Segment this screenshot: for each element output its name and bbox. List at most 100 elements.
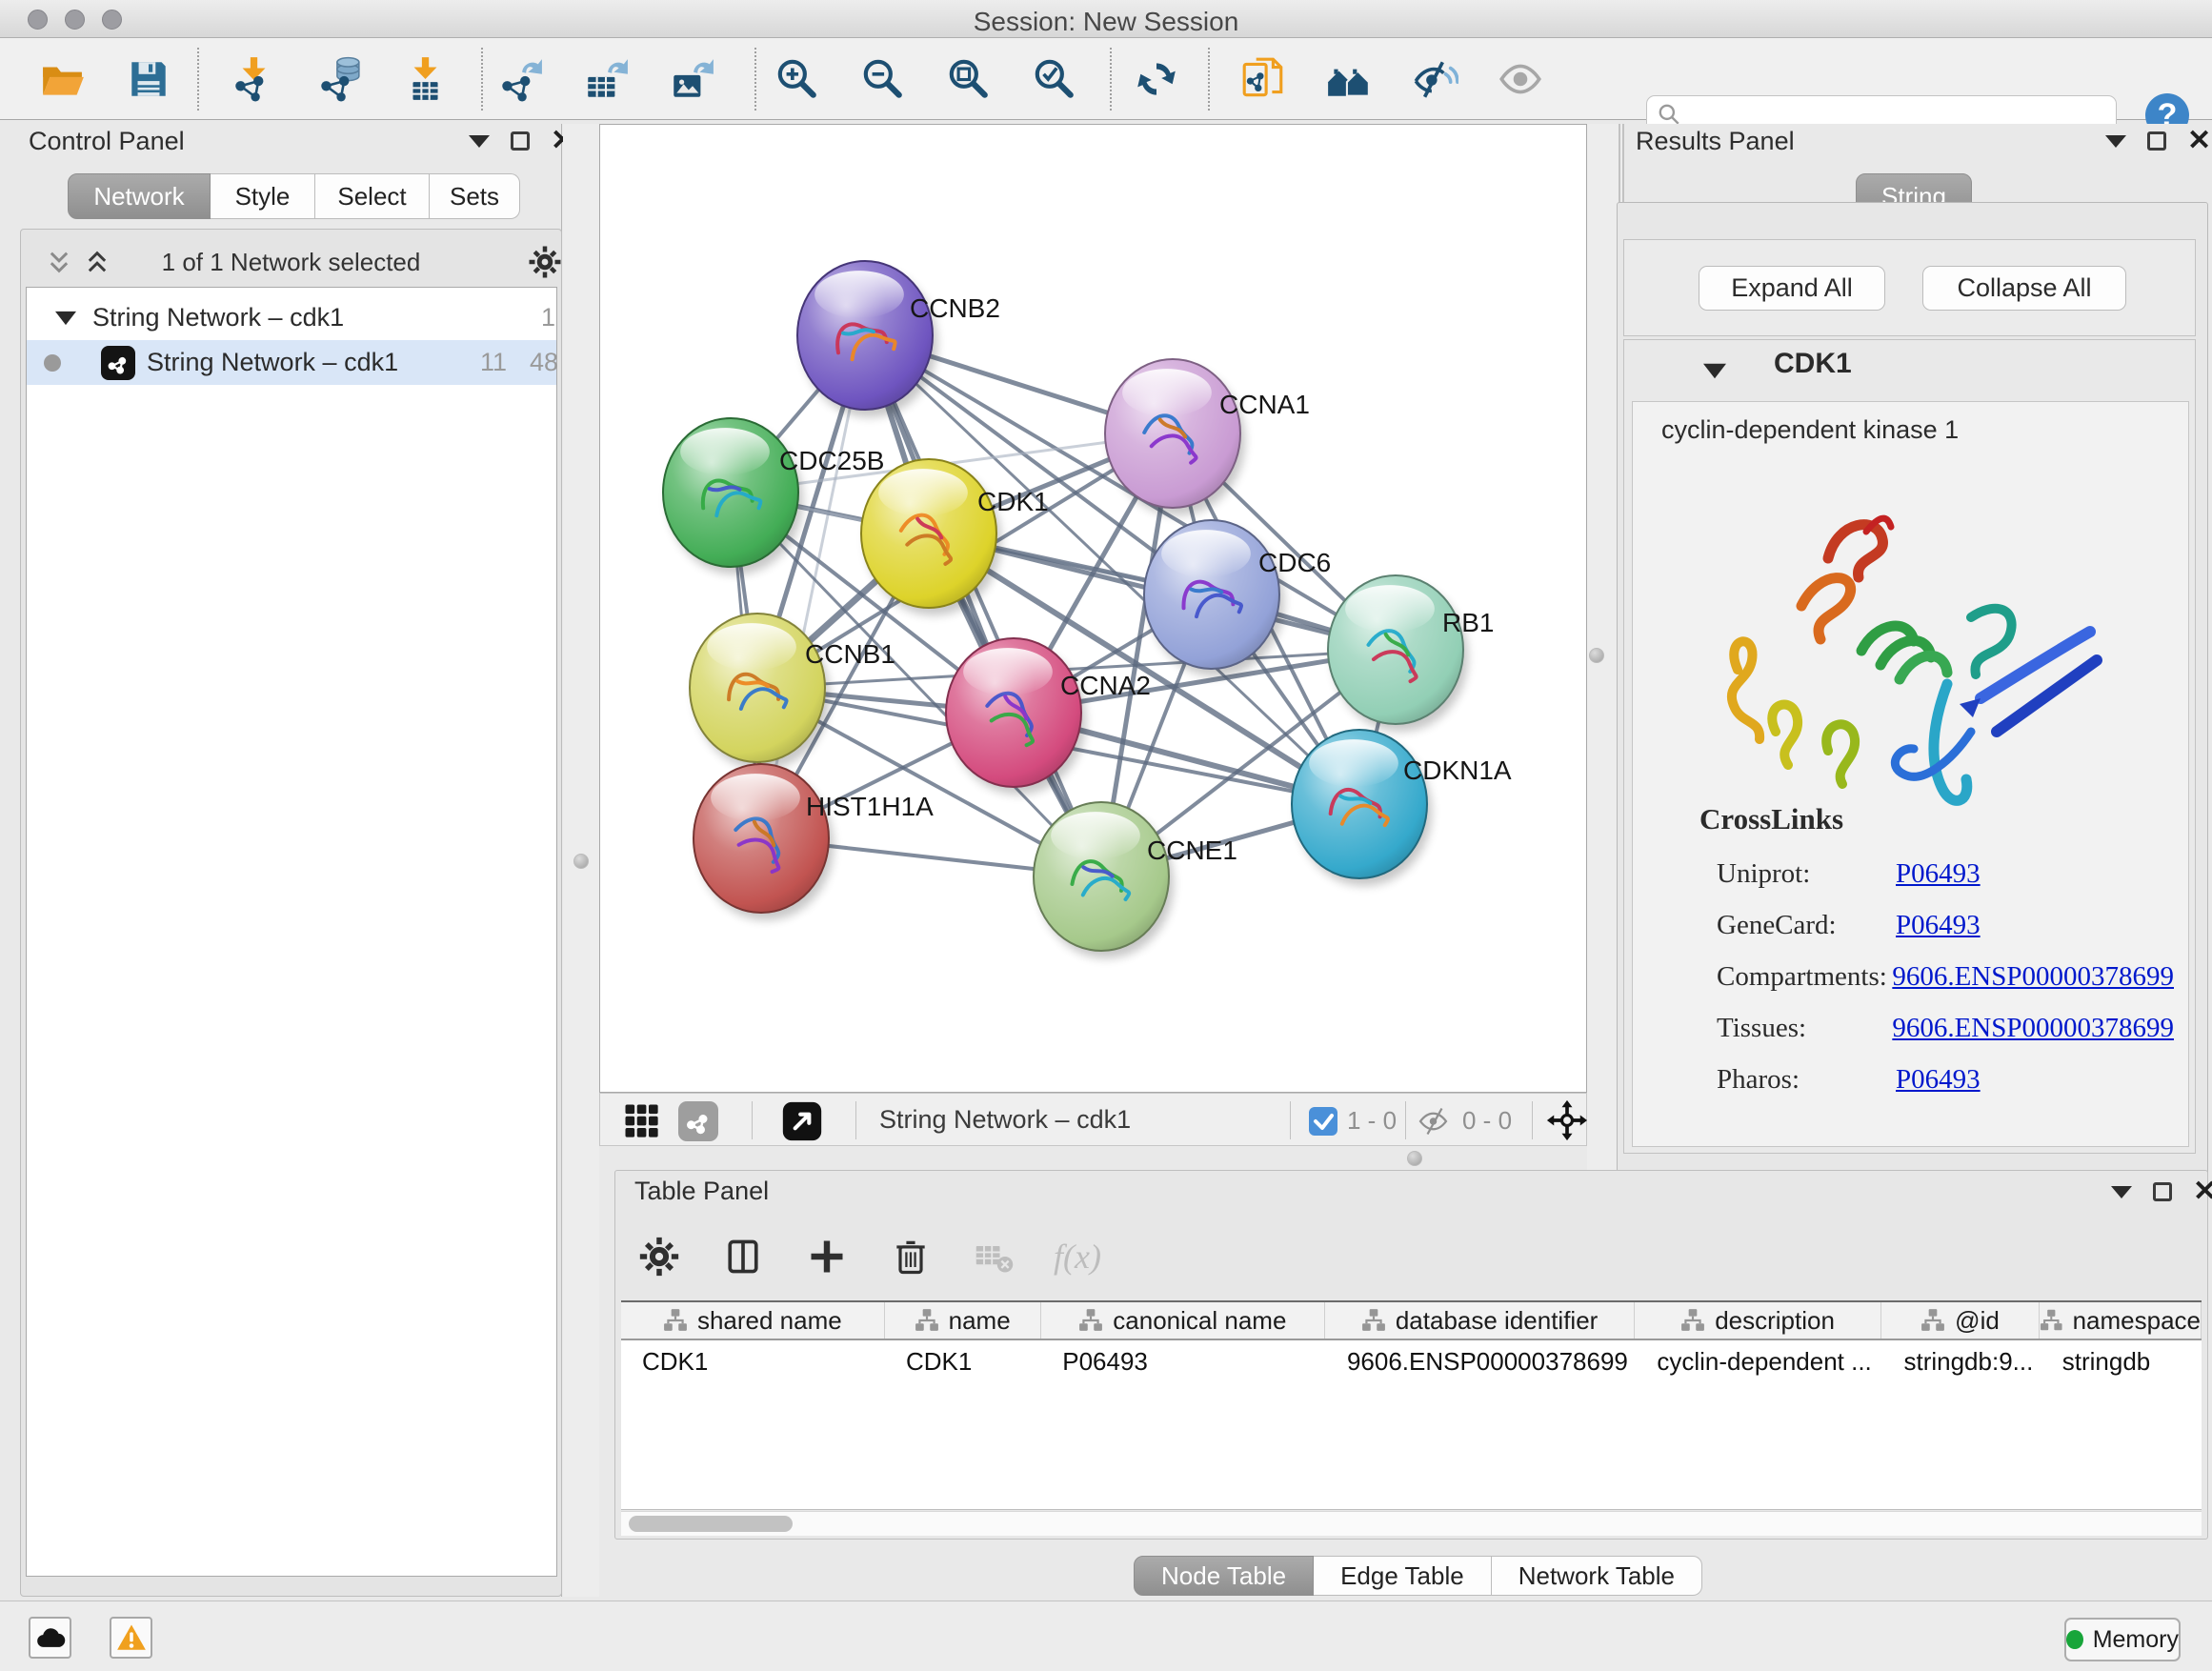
network-node-cdc6[interactable] xyxy=(1144,520,1284,676)
node-label-cdc25b: CDC25B xyxy=(779,446,884,475)
protein-description: cyclin-dependent kinase 1 xyxy=(1661,415,1959,445)
column-header-namespace[interactable]: namespace xyxy=(2040,1302,2202,1339)
table-options-gear-icon[interactable] xyxy=(634,1232,684,1281)
crosslinks-heading: CrossLinks xyxy=(1699,802,1843,836)
table-horizontal-scrollbar[interactable] xyxy=(621,1511,2202,1536)
delete-column-trash-icon[interactable] xyxy=(886,1232,935,1281)
cloud-status-button[interactable] xyxy=(29,1617,71,1659)
node-label-ccne1: CCNE1 xyxy=(1147,836,1237,865)
crosslink-label: Uniprot: xyxy=(1717,858,1896,890)
network-collection-row[interactable]: String Network – cdk1 1 xyxy=(27,295,556,340)
tab-style[interactable]: Style xyxy=(211,173,315,219)
tab-network-table[interactable]: Network Table xyxy=(1492,1556,1702,1596)
export-image-button[interactable] xyxy=(667,54,716,104)
results-panel-menu-icon[interactable] xyxy=(2105,135,2126,148)
import-network-from-file-button[interactable] xyxy=(229,54,278,104)
vertical-splitter-left[interactable] xyxy=(563,124,599,1597)
network-row-selected[interactable]: String Network – cdk1 11 48 xyxy=(27,340,556,385)
column-header-description[interactable]: description xyxy=(1635,1302,1881,1339)
node-label-hist1h1a: HIST1H1A xyxy=(806,792,934,821)
table-cell: CDK1 xyxy=(621,1340,885,1382)
delete-table-icon xyxy=(970,1232,1019,1281)
tab-sets[interactable]: Sets xyxy=(430,173,520,219)
memory-button[interactable]: Memory xyxy=(2064,1618,2181,1661)
column-header-database-identifier[interactable]: database identifier xyxy=(1325,1302,1635,1339)
import-network-from-database-button[interactable] xyxy=(314,54,364,104)
network-node-ccnb1[interactable] xyxy=(690,614,830,770)
results-panel-close-icon[interactable]: ✕ xyxy=(2187,131,2211,151)
column-header-canonical-name[interactable]: canonical name xyxy=(1041,1302,1325,1339)
crosslink-link[interactable]: 9606.ENSP00000378699 xyxy=(1892,961,2174,993)
open-session-button[interactable] xyxy=(38,54,88,104)
network-overview-button[interactable] xyxy=(1324,54,1374,104)
expand-all-button[interactable]: Expand All xyxy=(1699,266,1885,311)
apply-layout-button[interactable] xyxy=(1132,54,1181,104)
network-canvas[interactable]: CCNB2CCNA1CDC25BCDK1CDC6RB1CCNB1CCNA2CDK… xyxy=(599,124,1587,1093)
zoom-in-button[interactable] xyxy=(772,54,821,104)
splitter-handle[interactable] xyxy=(1407,1151,1422,1166)
tab-edge-table[interactable]: Edge Table xyxy=(1314,1556,1492,1596)
zoom-fit-content-button[interactable] xyxy=(943,54,993,104)
table-cell: cyclin-dependent ... xyxy=(1636,1340,1882,1382)
warnings-button[interactable] xyxy=(110,1617,152,1659)
hidden-eye-slash-icon[interactable] xyxy=(1418,1104,1452,1143)
crosslink-link[interactable]: P06493 xyxy=(1896,858,1981,890)
crosslink-link[interactable]: P06493 xyxy=(1896,1064,1981,1096)
network-node-hist1h1a[interactable] xyxy=(694,764,834,920)
collection-expander-icon[interactable] xyxy=(55,311,76,326)
splitter-handle[interactable] xyxy=(1589,648,1604,663)
memory-status-dot-icon xyxy=(2066,1630,2083,1649)
node-label-cdk1: CDK1 xyxy=(977,487,1049,516)
clone-network-button[interactable] xyxy=(1238,54,1288,104)
zoom-out-button[interactable] xyxy=(857,54,907,104)
column-header--id[interactable]: @id xyxy=(1881,1302,2040,1339)
hide-graphics-details-button[interactable] xyxy=(1410,54,1459,104)
network-node-cdkn1a[interactable] xyxy=(1292,730,1432,886)
network-node-ccna2[interactable] xyxy=(946,638,1086,795)
table-row[interactable]: CDK1CDK1P064939606.ENSP00000378699cyclin… xyxy=(621,1340,2202,1382)
tab-network[interactable]: Network xyxy=(68,173,211,219)
add-column-icon[interactable] xyxy=(802,1232,852,1281)
import-table-from-file-button[interactable] xyxy=(400,54,450,104)
tab-node-table[interactable]: Node Table xyxy=(1134,1556,1314,1596)
network-node-ccnb2[interactable] xyxy=(797,261,937,417)
zoom-selected-button[interactable] xyxy=(1029,54,1078,104)
splitter-handle[interactable] xyxy=(573,854,589,869)
collapse-all-icon[interactable] xyxy=(46,249,72,275)
network-node-ccne1[interactable] xyxy=(1034,802,1174,958)
control-panel-float-icon[interactable] xyxy=(511,131,530,151)
crosslink-link[interactable]: 9606.ENSP00000378699 xyxy=(1892,1013,2174,1044)
table-panel-close-icon[interactable]: ✕ xyxy=(2193,1182,2212,1201)
pan-crosshair-icon[interactable] xyxy=(1546,1099,1588,1146)
collection-label: String Network – cdk1 xyxy=(92,303,344,332)
collapse-all-button[interactable]: Collapse All xyxy=(1922,266,2126,311)
show-columns-icon[interactable] xyxy=(718,1232,768,1281)
export-table-button[interactable] xyxy=(581,54,631,104)
string-view-icon[interactable] xyxy=(678,1101,718,1141)
results-panel-float-icon[interactable] xyxy=(2147,131,2166,151)
table-cell: 9606.ENSP00000378699 xyxy=(1326,1340,1636,1382)
grid-view-icon[interactable] xyxy=(622,1101,662,1146)
scrollbar-thumb[interactable] xyxy=(629,1516,793,1532)
expand-all-icon[interactable] xyxy=(84,249,111,275)
control-panel-menu-icon[interactable] xyxy=(469,135,490,148)
save-session-button[interactable] xyxy=(124,54,173,104)
export-network-button[interactable] xyxy=(495,54,545,104)
open-in-window-icon[interactable] xyxy=(781,1100,823,1147)
status-bar: Memory xyxy=(0,1601,2212,1671)
selected-checkbox-icon[interactable] xyxy=(1309,1107,1337,1140)
protein-expander-icon[interactable] xyxy=(1703,363,1726,379)
crosslink-link[interactable]: P06493 xyxy=(1896,910,1981,941)
column-header-shared-name[interactable]: shared name xyxy=(621,1302,885,1339)
network-node-cdc25b[interactable] xyxy=(663,418,803,574)
network-options-gear-icon[interactable] xyxy=(528,245,562,279)
network-node-rb1[interactable] xyxy=(1328,575,1468,732)
node-label-rb1: RB1 xyxy=(1442,608,1494,637)
results-panel-title: Results Panel xyxy=(1636,127,1795,156)
network-node-cdk1[interactable] xyxy=(861,459,1001,615)
network-view-title: String Network – cdk1 xyxy=(879,1105,1131,1135)
column-header-name[interactable]: name xyxy=(885,1302,1041,1339)
tab-select[interactable]: Select xyxy=(315,173,430,219)
table-panel-float-icon[interactable] xyxy=(2153,1182,2172,1201)
table-panel-menu-icon[interactable] xyxy=(2111,1186,2132,1198)
